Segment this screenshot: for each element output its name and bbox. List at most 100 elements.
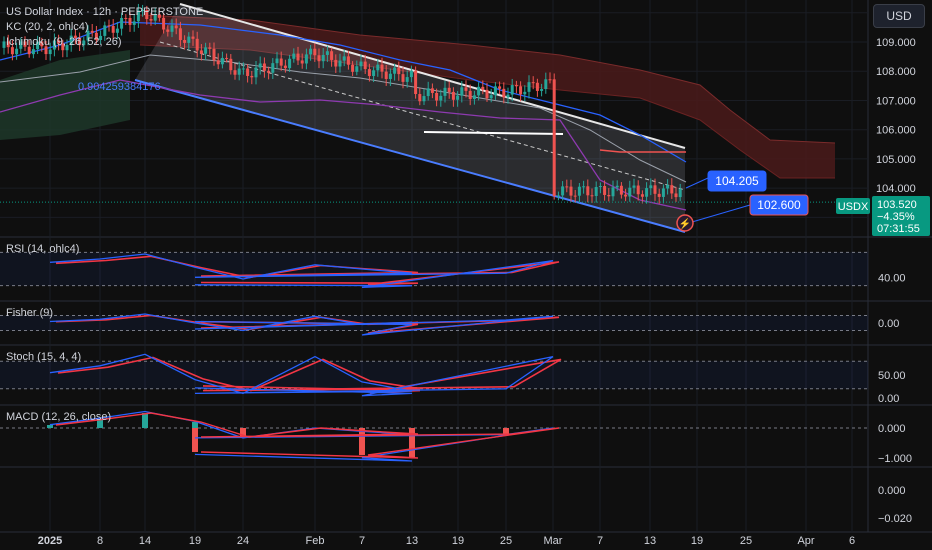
- candle: [510, 85, 514, 95]
- chart-title: US Dollar Index · 12h · PEPPERSTONE: [6, 6, 204, 18]
- candle: [615, 185, 619, 188]
- candle: [237, 68, 241, 75]
- candle: [132, 21, 136, 25]
- kc-legend[interactable]: KC (20, 2, ohlc4): [6, 20, 89, 35]
- candle: [393, 67, 397, 74]
- candle: [561, 186, 565, 196]
- candle: [414, 70, 418, 95]
- candle: [582, 186, 586, 188]
- candle: [544, 79, 548, 90]
- candle: [435, 92, 439, 101]
- candle: [624, 194, 628, 197]
- y-tick-label: 40.00: [878, 272, 906, 284]
- candle: [653, 185, 657, 194]
- candle: [359, 61, 363, 67]
- candle: [607, 194, 611, 197]
- trendline-value: 0.904259384176: [78, 81, 161, 93]
- candle: [498, 86, 502, 89]
- countdown: 07:31:55: [877, 223, 920, 235]
- candle: [477, 86, 481, 96]
- y-tick-label: 0.000: [878, 485, 906, 497]
- candle: [254, 67, 258, 78]
- candle: [216, 60, 220, 65]
- candle: [657, 193, 661, 197]
- candle: [220, 57, 224, 65]
- candle: [342, 56, 346, 61]
- candle: [199, 50, 203, 54]
- x-tick-label: 25: [740, 535, 752, 547]
- macd-histogram-bar: [409, 428, 415, 458]
- candle: [468, 90, 472, 99]
- x-tick-label: 14: [139, 535, 151, 547]
- y-tick-label: 105.000: [876, 154, 916, 166]
- alert-icon-glyph: ⚡: [679, 217, 691, 230]
- candle: [670, 185, 674, 194]
- candle: [304, 54, 308, 64]
- candle: [111, 25, 115, 33]
- candle: [195, 38, 199, 51]
- x-tick-label: 25: [500, 535, 512, 547]
- candle: [628, 187, 632, 197]
- candle: [271, 63, 275, 73]
- y-tick-label: 106.000: [876, 125, 916, 137]
- candle: [170, 25, 174, 32]
- ichimoku-legend[interactable]: Ichimoku (9, 26, 52, 26): [6, 35, 122, 50]
- callout-104: 104.205: [715, 174, 759, 188]
- candle: [661, 188, 665, 197]
- candle: [296, 53, 300, 61]
- candle: [401, 74, 405, 82]
- candle: [548, 79, 552, 81]
- x-tick-label: 13: [406, 535, 418, 547]
- candle: [603, 186, 607, 195]
- candle: [267, 70, 271, 73]
- candle: [233, 70, 237, 75]
- candle: [666, 185, 670, 189]
- candle: [229, 58, 233, 71]
- x-tick-label: 19: [691, 535, 703, 547]
- callout-102: 102.600: [757, 198, 801, 212]
- y-tick-label: 107.000: [876, 95, 916, 107]
- oscillator-band: [0, 252, 868, 286]
- candle: [178, 28, 182, 41]
- candle: [363, 61, 367, 70]
- candle: [527, 82, 531, 92]
- candle: [611, 187, 615, 197]
- y-tick-label: 108.000: [876, 66, 916, 78]
- candle: [552, 79, 556, 196]
- y-tick-label: 104.000: [876, 183, 916, 195]
- macd-histogram-bar: [192, 428, 198, 452]
- chart-canvas[interactable]: 104.205102.600⚡0.904259384176110.000109.…: [0, 0, 932, 550]
- candle: [489, 95, 493, 99]
- currency-button[interactable]: USD: [873, 4, 925, 28]
- price-change: −4.35%: [877, 211, 915, 223]
- x-tick-label: 8: [97, 535, 103, 547]
- candle: [166, 29, 170, 32]
- candle: [191, 36, 195, 39]
- y-tick-label: 0.00: [878, 393, 899, 405]
- candle: [514, 85, 518, 87]
- candle: [418, 94, 422, 102]
- candle: [447, 87, 451, 92]
- candle: [367, 69, 371, 77]
- pane-title: MACD (12, 26, close): [6, 411, 111, 423]
- candle: [262, 63, 266, 71]
- candle: [569, 186, 573, 196]
- x-tick-label: Feb: [306, 535, 325, 547]
- candle: [523, 91, 527, 95]
- x-tick-label: 19: [452, 535, 464, 547]
- y-tick-label: 0.000: [878, 423, 906, 435]
- candle: [250, 75, 254, 78]
- candle: [464, 87, 468, 91]
- candle: [443, 87, 447, 96]
- x-tick-label: 6: [849, 535, 855, 547]
- candle: [384, 71, 388, 79]
- candle: [493, 86, 497, 96]
- candle: [540, 89, 544, 91]
- x-tick-label: Mar: [544, 535, 563, 547]
- candle: [241, 68, 245, 70]
- y-tick-label: −0.020: [878, 513, 912, 525]
- candle: [502, 88, 506, 98]
- candle: [246, 68, 250, 76]
- candle: [649, 185, 653, 189]
- candle: [325, 51, 329, 55]
